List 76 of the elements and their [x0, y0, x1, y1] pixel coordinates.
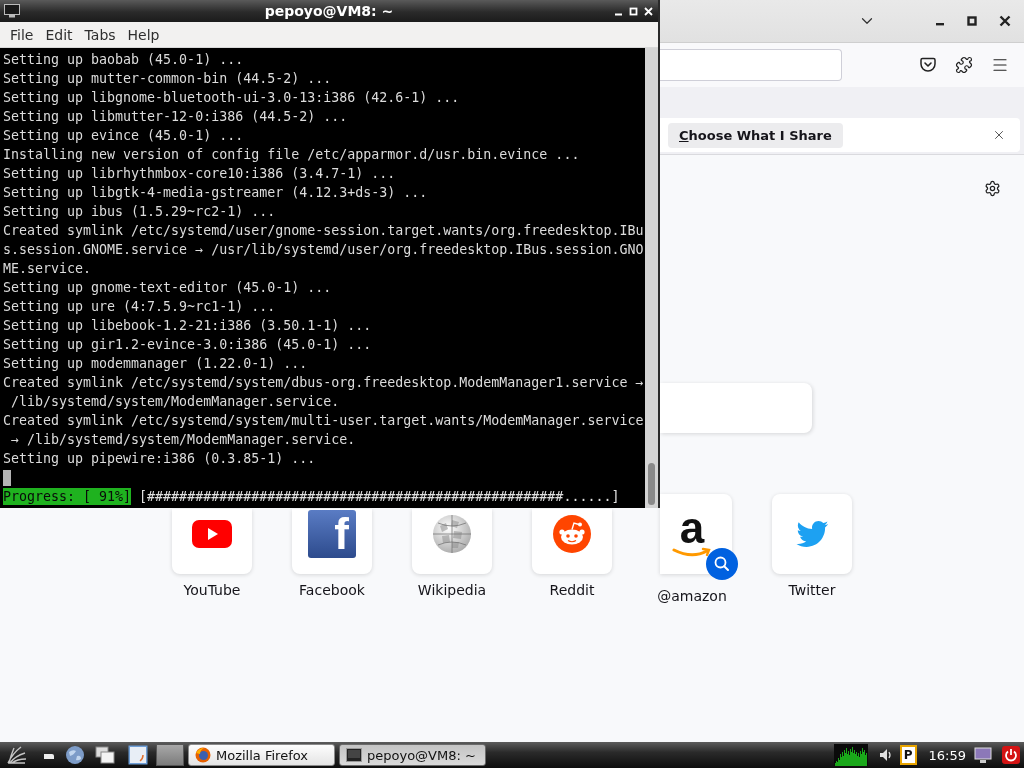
- shortcut-tile[interactable]: [532, 509, 612, 574]
- scrollbar-track[interactable]: [645, 48, 658, 508]
- menu-item[interactable]: Edit: [39, 26, 79, 43]
- terminal-line: Setting up gnome-text-editor (45.0-1) ...: [3, 279, 333, 297]
- terminal-line: Setting up ure (4:7.5.9~rc1-1) ...: [3, 298, 277, 316]
- shortcut-tile[interactable]: f: [292, 509, 372, 574]
- menu-item[interactable]: Tabs: [78, 26, 122, 43]
- play-button-icon: [192, 520, 232, 548]
- shortcut-tile[interactable]: a: [660, 494, 738, 580]
- clock[interactable]: 16:59: [928, 747, 966, 763]
- terminal-line: /lib/systemd/system/ModemManager.service.: [10, 393, 341, 411]
- terminal-line: Setting up evince (45.0-1) ...: [3, 127, 245, 145]
- windows-icon[interactable]: [95, 746, 115, 764]
- maximize-icon[interactable]: [967, 16, 977, 26]
- task-button[interactable]: Mozilla Firefox: [188, 744, 335, 766]
- shortcut-label: Wikipedia: [417, 582, 487, 599]
- terminal-line: Created symlink /etc/systemd/user/gnome-session.target.wants/org.freedesktop.IBu: [3, 222, 645, 240]
- power-icon[interactable]: [1002, 746, 1020, 764]
- task-button[interactable]: pepoyo@VM8: ~: [339, 744, 486, 766]
- terminal-line: Setting up mutter-common-bin (44.5-2) ...: [3, 70, 333, 88]
- terminal-line: ME.service.: [3, 260, 93, 278]
- menu-icon[interactable]: [991, 56, 1009, 74]
- shortcut-tile[interactable]: [172, 509, 252, 574]
- terminal-line: Setting up libgnome-bluetooth-ui-3.0-13:i386 (42.6-1) ...: [3, 89, 461, 107]
- shortcut-label: Reddit: [549, 582, 595, 599]
- scrollbar-thumb[interactable]: [648, 463, 655, 505]
- terminal-line: Installing new version of config file /etc/apparmor.d/usr.bin.evince ...: [3, 146, 581, 164]
- url-field[interactable]: [660, 49, 842, 81]
- shortcut-tile[interactable]: [772, 494, 852, 574]
- progress-bar-text: [####################################################......]: [139, 488, 620, 506]
- puzzle-icon[interactable]: [955, 56, 973, 74]
- shortcut-tile[interactable]: [412, 509, 492, 574]
- window-icon[interactable]: [128, 745, 148, 765]
- facebook-logo: f: [308, 510, 356, 558]
- search-field[interactable]: [660, 383, 812, 433]
- terminal-icon: [4, 4, 20, 18]
- amazon-logo: a: [672, 509, 712, 559]
- terminal-icon: [346, 748, 362, 762]
- globe-icon[interactable]: [65, 745, 85, 765]
- terminal-line: Setting up pipewire:i386 (0.3.85-1) ...: [3, 450, 317, 468]
- terminal-line: Setting up modemmanager (1.22.0-1) ...: [3, 355, 309, 373]
- terminal-line: Setting up baobab (45.0-1) ...: [3, 51, 245, 69]
- terminal-line: Setting up gir1.2-evince-3.0:i386 (45.0-1) ...: [3, 336, 373, 354]
- choose-share-button[interactable]: Choose What I Share: [668, 122, 843, 148]
- tray-applet[interactable]: P: [899, 745, 917, 765]
- window-title: pepoyo@VM8: ~: [264, 3, 394, 19]
- monitor-icon[interactable]: [974, 746, 992, 764]
- terminal-line: s.session.GNOME.service → /usr/lib/systemd/user/org.freedesktop.IBus.session.GNO: [3, 241, 645, 259]
- terminal-line: Created symlink /etc/systemd/system/dbus-org.freedesktop.ModemManager1.service →: [3, 374, 645, 392]
- speaker-icon[interactable]: [877, 747, 894, 763]
- globe-icon: [432, 514, 472, 554]
- shortcut-label: @amazon: [657, 588, 727, 605]
- terminal-line: Setting up ibus (1.5.29~rc2-1) ...: [3, 203, 277, 221]
- shortcut-label: Twitter: [788, 582, 836, 599]
- alien-face-icon: [553, 515, 591, 553]
- menu-item[interactable]: File: [4, 26, 40, 43]
- shortcut-label: Facebook: [299, 582, 365, 599]
- workspace-pager[interactable]: [156, 744, 184, 766]
- close-icon[interactable]: [999, 15, 1011, 27]
- shortcut-label: YouTube: [183, 582, 241, 599]
- browser-icon: [195, 747, 211, 763]
- menu-item[interactable]: Help: [121, 26, 166, 43]
- terminal-line: Setting up libebook-1.2-21:i386 (3.50.1-1) ...: [3, 317, 373, 335]
- close-icon[interactable]: [992, 128, 1006, 142]
- terminal-line: → /lib/systemd/system/ModemManager.service.: [10, 431, 357, 449]
- terminal-line: Setting up libgtk-4-media-gstreamer (4.12.3+ds-3) ...: [3, 184, 429, 202]
- terminal-line: Setting up libmutter-12-0:i386 (44.5-2) ...: [3, 108, 349, 126]
- cpu-usage-graph: [833, 744, 868, 766]
- progress-label: Progress: [ 91%]: [3, 488, 132, 505]
- terminal-line: Setting up librhythmbox-core10:i386 (3.4.7-1) ...: [3, 165, 397, 183]
- start-menu-icon[interactable]: [5, 745, 27, 765]
- terminal-line: Created symlink /etc/systemd/system/multi-user.target.wants/ModemManager.service: [3, 412, 645, 430]
- bird-icon: [795, 520, 829, 548]
- cursor-icon: [3, 469, 11, 486]
- settings-icon[interactable]: [984, 180, 1001, 197]
- pocket-icon[interactable]: [919, 56, 937, 74]
